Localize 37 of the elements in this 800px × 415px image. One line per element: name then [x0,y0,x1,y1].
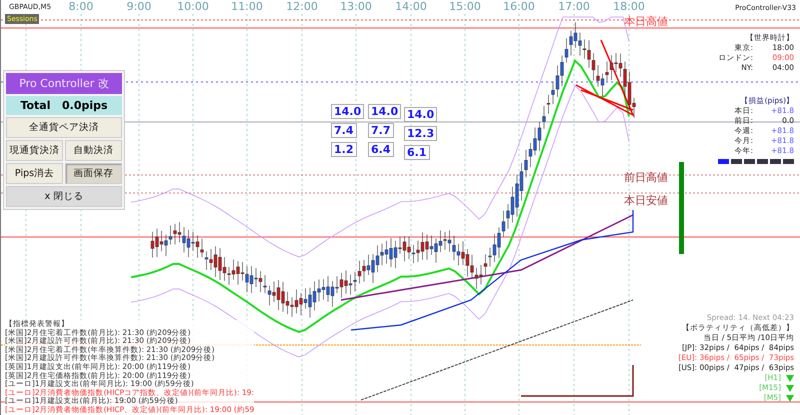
panel-title: Pro Controller 改 [6,73,122,94]
period-tab[interactable] [783,159,794,164]
price-level-label: 本日安値 [624,193,668,208]
value-label: 6.4 [368,142,394,157]
value-label: 14.0 [404,107,438,122]
time-axis-label: 17:00 [558,0,590,13]
price-level-label: 前日高値 [624,170,668,185]
value-label: 14.0 [331,104,364,119]
time-axis-label: 16:00 [503,0,535,13]
time-axis-label: 9:00 [126,0,152,13]
time-axis-label: 14:00 [395,0,427,13]
total-pips: Total 0.0pips [6,96,122,115]
time-axis-label: 15:00 [449,0,481,13]
time-axis-label: 11:00 [231,0,263,13]
value-label: 7.7 [368,123,394,138]
time-axis-label: 10:00 [177,0,209,13]
panel-button[interactable]: x 閉じる [6,186,122,207]
time-axis-label: 18:00 [613,0,645,13]
value-label: 6.1 [404,145,430,160]
panel-button[interactable]: 自動決済 [65,140,122,161]
period-tab[interactable] [757,159,768,164]
time-axis-label: 8:00 [68,0,94,13]
period-tab[interactable] [718,159,729,164]
value-label: 7.4 [331,123,356,138]
time-axis-label: 12:00 [286,0,318,13]
value-label: 12.3 [404,126,438,141]
price-level-label: 本日高値 [624,14,668,29]
value-label: 1.2 [331,142,356,157]
value-label: 14.0 [368,104,402,119]
panel-button[interactable]: Pips消去 [6,163,63,184]
period-tab[interactable] [744,159,755,164]
panel-button[interactable]: 画面保存 [65,163,122,184]
panel-button[interactable]: 全通貨ペア決済 [6,117,122,138]
period-tab[interactable] [731,159,742,164]
time-axis-label: 13:00 [340,0,372,13]
period-tab[interactable] [770,159,781,164]
panel-button[interactable]: 現通貨決済 [6,140,63,161]
